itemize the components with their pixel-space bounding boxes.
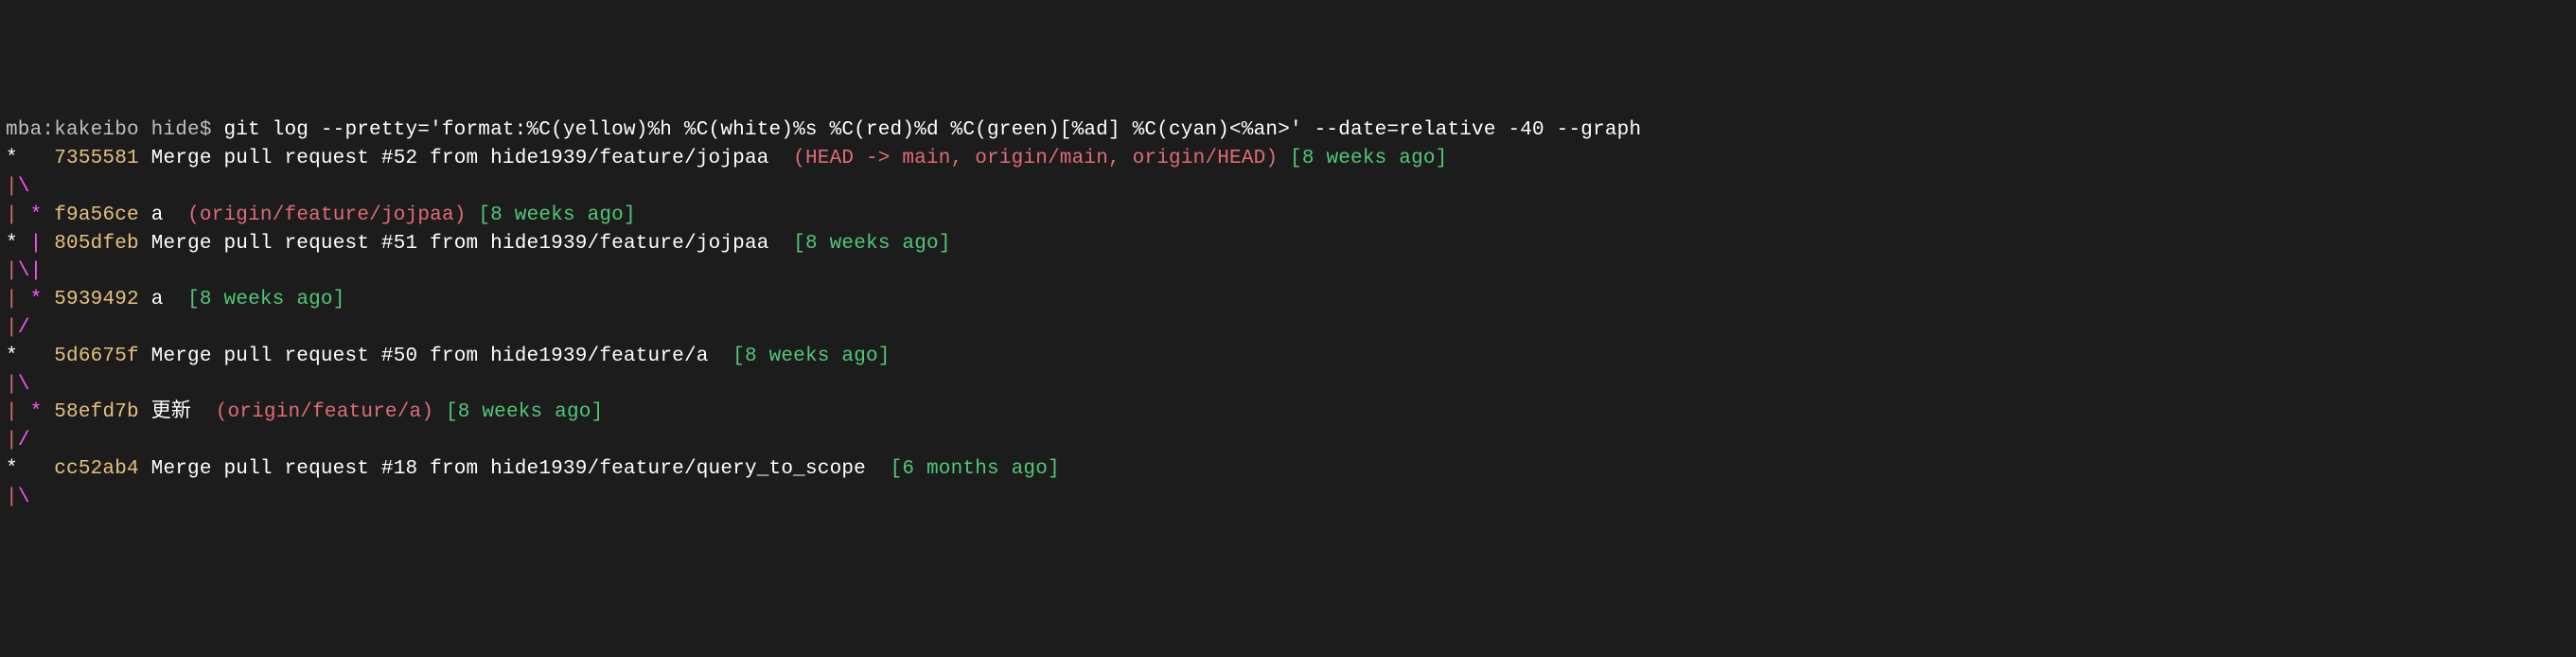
commit-refs: (origin/feature/jojpaa) [164,204,467,226]
commit-hash: 5d6675f [54,346,139,367]
commit-date: [8 weeks ago] [433,401,603,423]
commit-refs: (HEAD -> main, origin/main, origin/HEAD) [769,148,1279,169]
commit-hash: cc52ab4 [54,458,139,480]
command-text: git log --pretty='format:%C(yellow)%h %C… [223,119,1641,141]
commit-date: [6 months ago] [878,458,1060,480]
graph-col: | [6,401,18,423]
commit-date: [8 weeks ago] [720,346,890,367]
commit-date: [8 weeks ago] [175,289,344,311]
log-line: * | 805dfeb Merge pull request #51 from … [6,230,2570,258]
commit-subject: Merge pull request #50 from hide1939/fea… [151,346,709,367]
commit-subject: a [151,289,164,311]
commit-hash: 58efd7b [54,401,139,423]
commit-author [951,233,963,255]
graph-col: | [6,374,18,396]
commit-refs [769,233,782,255]
log-line: * 5d6675f Merge pull request #50 from hi… [6,343,2570,371]
commit-subject: a [151,204,164,226]
graph-col: | [6,176,18,198]
commit-subject: Merge pull request #52 from hide1939/fea… [151,148,769,169]
graph-col: * [6,148,18,169]
commit-date: [8 weeks ago] [781,233,950,255]
commit-author [636,204,648,226]
commit-subject: Merge pull request #18 from hide1939/fea… [151,458,866,480]
commit-author [1447,148,1459,169]
log-line: | * f9a56ce a (origin/feature/jojpaa) [8… [6,202,2570,230]
terminal-output: mba:kakeibo hide$ git log --pretty='form… [6,116,2570,511]
log-line: * 7355581 Merge pull request #52 from hi… [6,145,2570,173]
commit-author [603,401,615,423]
graph-col: * [6,458,18,480]
graph-col: | [6,317,18,339]
commit-date: [8 weeks ago] [467,204,636,226]
commit-hash: 805dfeb [54,233,139,255]
graph-col: * [6,346,18,367]
log-line: |/ [6,314,2570,343]
graph-col: | [6,487,18,508]
commit-hash: 5939492 [54,289,139,311]
log-line: |\| [6,257,2570,286]
graph-col: | [6,204,18,226]
shell-prompt: mba:kakeibo hide$ [6,119,223,141]
log-line: |\ [6,371,2570,400]
commit-refs: (origin/feature/a) [191,401,433,423]
graph-col: | [6,260,18,282]
log-line: |/ [6,427,2570,455]
commit-date: [8 weeks ago] [1278,148,1447,169]
commit-subject: Merge pull request #51 from hide1939/fea… [151,233,769,255]
git-log-output: * 7355581 Merge pull request #52 from hi… [6,145,2570,512]
commit-author [345,289,358,311]
log-line: |\ [6,173,2570,202]
log-line: | * 5939492 a [8 weeks ago] [6,286,2570,314]
commit-refs [709,346,721,367]
graph-col: * [6,233,18,255]
log-line: | * 58efd7b 更新 (origin/feature/a) [8 wee… [6,399,2570,427]
log-line: |\ [6,484,2570,512]
graph-col: | [6,289,18,311]
commit-author [891,346,903,367]
commit-hash: 7355581 [54,148,139,169]
commit-hash: f9a56ce [54,204,139,226]
commit-subject: 更新 [151,401,191,423]
commit-refs [164,289,176,311]
commit-refs [866,458,878,480]
log-line: * cc52ab4 Merge pull request #18 from hi… [6,455,2570,484]
graph-col: | [6,430,18,452]
commit-author [1060,458,1072,480]
